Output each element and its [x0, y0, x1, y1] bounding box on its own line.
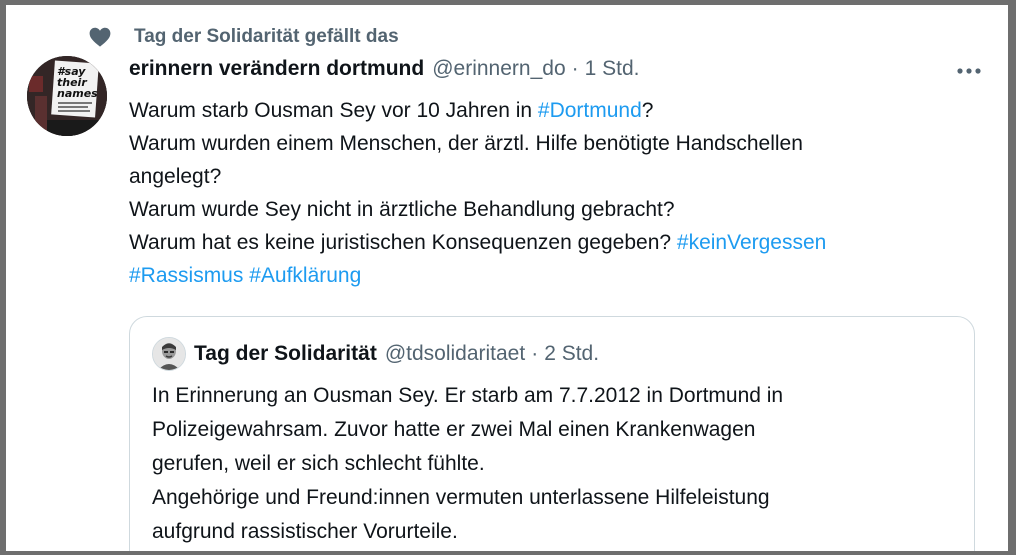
- hashtag-rassismus[interactable]: #Rassismus: [129, 264, 243, 287]
- quote-line: Polizeigewahrsam. Zuvor hatte er zwei Ma…: [152, 418, 756, 441]
- tweet-line-text: Warum hat es keine juristischen Konseque…: [129, 231, 677, 254]
- quote-line: gerufen, weil er sich schlecht fühlte.: [152, 452, 485, 475]
- quote-avatar[interactable]: [152, 337, 186, 371]
- quote-timestamp[interactable]: 2 Std.: [544, 342, 599, 366]
- more-horizontal-icon: [956, 62, 982, 80]
- tweet-line-text: Warum starb Ousman Sey vor 10 Jahren in: [129, 99, 538, 122]
- tweet-line: Warum wurde Sey nicht in ärztliche Behan…: [129, 198, 675, 221]
- quote-line: In Erinnerung an Ousman Sey. Er starb am…: [152, 384, 784, 407]
- social-context-text[interactable]: Tag der Solidarität gefällt das: [134, 26, 399, 48]
- quote-header: Tag der Solidarität @tdsolidaritaet · 2 …: [152, 337, 599, 371]
- avatar-text-line: names: [57, 87, 98, 100]
- tweet-text: Warum starb Ousman Sey vor 10 Jahren in …: [129, 94, 979, 292]
- tweet[interactable]: erinnern verändern dortmund @erinnern_do…: [129, 57, 981, 292]
- quote-line: Angehörige und Freund:innen vermuten unt…: [152, 486, 770, 509]
- tweet-line: Warum starb Ousman Sey vor 10 Jahren in …: [129, 94, 979, 127]
- tweet-header: erinnern verändern dortmund @erinnern_do…: [129, 57, 979, 91]
- timestamp[interactable]: 1 Std.: [585, 57, 640, 81]
- hashtag-aufklaerung[interactable]: #Aufklärung: [249, 264, 361, 287]
- hashtag-dortmund[interactable]: #Dortmund: [538, 99, 642, 122]
- tweet-line: Warum hat es keine juristischen Konseque…: [129, 226, 979, 259]
- author-name[interactable]: erinnern verändern dortmund: [129, 57, 424, 81]
- tweet-line: angelegt?: [129, 165, 222, 188]
- quote-author-name[interactable]: Tag der Solidarität: [194, 342, 377, 366]
- more-options-button[interactable]: [951, 59, 987, 83]
- heart-icon: [88, 25, 112, 49]
- author-handle[interactable]: @erinnern_do: [432, 57, 565, 81]
- tweet-line: #Rassismus #Aufklärung: [129, 259, 979, 292]
- screenshot-frame: Tag der Solidarität gefällt das #say the…: [0, 0, 1016, 555]
- social-context: Tag der Solidarität gefällt das: [88, 25, 399, 49]
- quote-text: In Erinnerung an Ousman Sey. Er starb am…: [152, 379, 952, 549]
- avatar[interactable]: #say their names: [27, 56, 107, 136]
- quote-line: aufgrund rassistischer Vorurteile.: [152, 520, 458, 543]
- quoted-tweet[interactable]: Tag der Solidarität @tdsolidaritaet · 2 …: [129, 316, 975, 551]
- quote-author-handle[interactable]: @tdsolidaritaet: [385, 342, 525, 366]
- separator-dot: ·: [531, 342, 539, 365]
- tweet-line: Warum wurden einem Menschen, der ärztl. …: [129, 132, 803, 155]
- hashtag-keinvergessen[interactable]: #keinVergessen: [677, 231, 826, 254]
- separator-dot: ·: [571, 57, 579, 80]
- tweet-line-text: ?: [641, 99, 654, 122]
